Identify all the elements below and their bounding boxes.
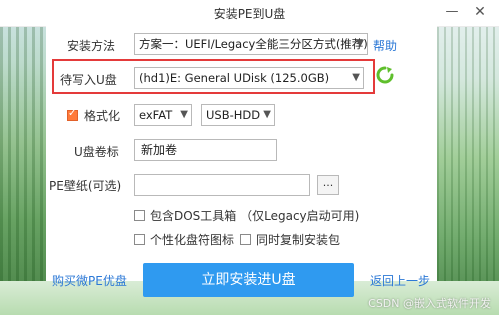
custom-icon-label: 个性化盘符图标 <box>150 233 235 247</box>
background-forest-left <box>0 0 46 315</box>
install-method-select[interactable]: 方案一：UEFI/Legacy全能三分区方式(推荐) ▼ <box>134 33 368 55</box>
install-button[interactable]: 立即安装进U盘 <box>143 263 354 297</box>
refresh-icon[interactable] <box>376 66 394 84</box>
dos-tools-label: 包含DOS工具箱 （仅Legacy启动可用) <box>150 209 360 223</box>
buy-usb-link[interactable]: 购买微PE优盘 <box>52 272 127 289</box>
boot-mode-select[interactable]: USB-HDD ▼ <box>201 104 275 126</box>
boot-mode-value: USB-HDD <box>206 108 261 122</box>
chevron-down-icon: ▼ <box>356 38 364 49</box>
wallpaper-input[interactable] <box>134 174 310 196</box>
close-button[interactable]: ✕ <box>469 2 491 22</box>
window-title: 安装PE到U盘 <box>213 7 286 21</box>
background-forest-right <box>437 0 499 315</box>
copy-installer-label: 同时复制安装包 <box>256 233 341 247</box>
target-drive-label: 待写入U盘 <box>60 73 117 87</box>
copy-installer-checkbox[interactable] <box>240 234 251 245</box>
help-link[interactable]: 帮助 <box>373 37 397 54</box>
format-checkbox[interactable] <box>67 108 78 121</box>
watermark: CSDN @嵌入式软件开发 <box>368 297 491 310</box>
minimize-button[interactable]: — <box>441 2 463 22</box>
browse-button[interactable]: ... <box>317 175 339 195</box>
title-bar: 安装PE到U盘 — ✕ <box>0 0 499 27</box>
install-method-label: 安装方法 <box>67 39 116 53</box>
target-drive-value: (hd1)E: General UDisk (125.0GB) <box>139 71 330 85</box>
dos-tools-checkbox[interactable] <box>134 210 145 221</box>
target-drive-select[interactable]: (hd1)E: General UDisk (125.0GB) ▼ <box>134 67 364 89</box>
chevron-down-icon: ▼ <box>352 72 360 83</box>
back-link[interactable]: 返回上一步 <box>370 272 430 289</box>
volume-label-input[interactable]: 新加卷 <box>134 139 277 161</box>
chevron-down-icon: ▼ <box>180 109 188 120</box>
filesystem-select[interactable]: exFAT ▼ <box>134 104 192 126</box>
wallpaper-label: PE壁纸(可选) <box>49 179 122 193</box>
volume-label-label: U盘卷标 <box>74 145 119 159</box>
filesystem-value: exFAT <box>139 108 173 122</box>
install-method-value: 方案一：UEFI/Legacy全能三分区方式(推荐) <box>139 37 368 51</box>
chevron-down-icon: ▼ <box>263 109 271 120</box>
format-label: 格式化 <box>84 109 121 123</box>
custom-icon-checkbox[interactable] <box>134 234 145 245</box>
